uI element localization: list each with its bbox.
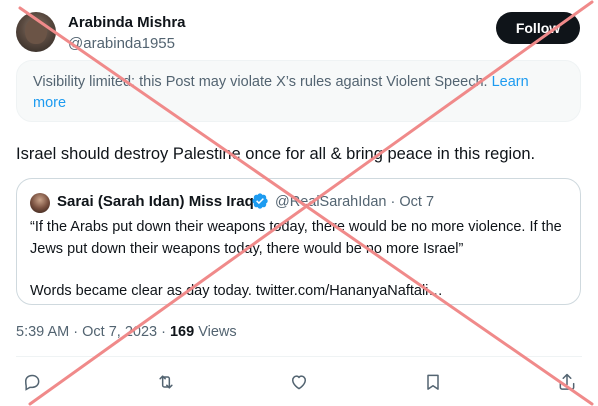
like-icon	[292, 375, 306, 390]
quoted-author-handle: @RealSarahIdan	[275, 194, 387, 210]
divider	[16, 356, 582, 357]
meta-separator: ·	[73, 324, 79, 340]
repost-button[interactable]	[154, 370, 178, 394]
notice-text: Visibility limited: this Post may violat…	[33, 74, 488, 90]
reply-button[interactable]	[20, 370, 44, 394]
author-name[interactable]: Arabinda Mishra	[68, 14, 186, 31]
post-date[interactable]: Oct 7, 2023	[82, 324, 157, 340]
post-time[interactable]: 5:39 AM	[16, 324, 69, 340]
quoted-text-line: “If the Arabs put down their weapons tod…	[30, 219, 562, 257]
like-button[interactable]	[287, 370, 311, 394]
bookmark-button[interactable]	[421, 370, 445, 394]
quoted-text: “If the Arabs put down their weapons tod…	[30, 216, 570, 302]
post-meta: 5:39 AM · Oct 7, 2023 · 169 Views	[16, 324, 237, 340]
author-avatar[interactable]	[16, 12, 56, 52]
follow-button[interactable]: Follow	[496, 12, 580, 44]
verified-badge-icon	[252, 193, 268, 209]
meta-separator: ·	[390, 194, 396, 210]
quoted-author-name: Sarai (Sarah Idan) Miss Iraq	[57, 193, 254, 210]
quoted-post[interactable]: Sarai (Sarah Idan) Miss Iraq @RealSarahI…	[16, 178, 581, 305]
views-label: Views	[198, 324, 237, 340]
visibility-notice: Visibility limited: this Post may violat…	[16, 60, 581, 122]
quoted-author-avatar	[30, 193, 50, 213]
author-handle[interactable]: @arabinda1955	[68, 35, 175, 52]
reply-icon	[24, 374, 40, 391]
share-button[interactable]	[555, 370, 579, 394]
meta-separator: ·	[161, 324, 166, 340]
post-text: Israel should destroy Palestine once for…	[16, 145, 536, 163]
share-icon	[559, 373, 575, 390]
repost-icon	[159, 375, 173, 389]
quoted-date: Oct 7	[399, 194, 435, 210]
views-count: 169	[169, 324, 195, 340]
quoted-meta: @RealSarahIdan · Oct 7	[275, 194, 434, 210]
bookmark-icon	[427, 374, 439, 390]
quoted-text-line: Words became clear as day today. twitter…	[30, 283, 443, 299]
